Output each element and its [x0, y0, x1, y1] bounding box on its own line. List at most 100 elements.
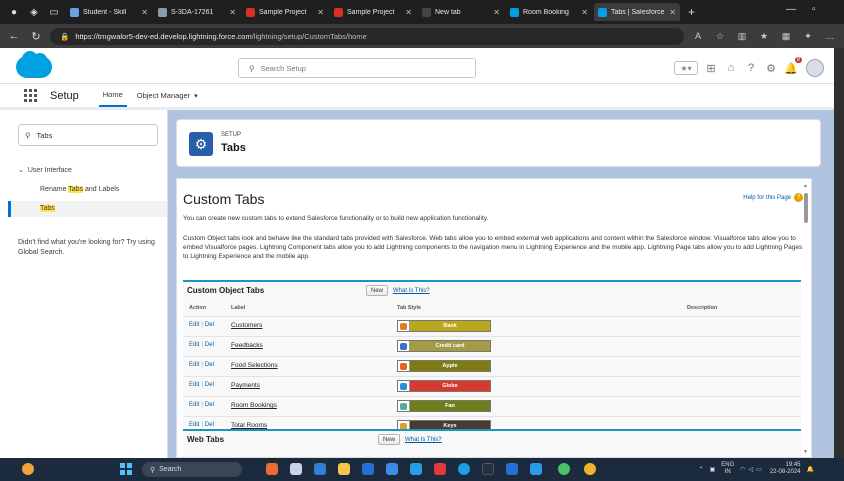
collections-icon[interactable]: ▦ — [778, 28, 794, 44]
delete-link[interactable]: Del — [205, 422, 214, 428]
chevron-down-icon[interactable]: ▾ — [194, 93, 198, 100]
tab-label-link[interactable]: Room Bookings — [231, 402, 277, 409]
edit-link[interactable]: Edit — [189, 422, 199, 428]
delete-link[interactable]: Del — [205, 322, 214, 328]
edge-icon[interactable] — [458, 463, 470, 475]
delete-link[interactable]: Del — [205, 382, 214, 388]
show-hidden-icons-icon[interactable]: ⌃ — [699, 466, 704, 473]
chat-icon[interactable] — [314, 463, 326, 475]
tree-item-tabs[interactable]: Tabs — [40, 205, 55, 212]
tab-actions-icon[interactable]: ▭ — [46, 4, 62, 20]
browser-tab[interactable]: S-3DA-17261 ✕ — [154, 3, 240, 21]
site-info-icon[interactable]: 🔒 — [60, 32, 69, 41]
close-icon[interactable]: ✕ — [669, 8, 676, 17]
help-icon[interactable]: ? — [744, 61, 758, 75]
app-icon[interactable] — [530, 463, 542, 475]
edit-link[interactable]: Edit — [189, 322, 199, 328]
browser-tab[interactable]: Tabs | Salesforce ✕ — [594, 3, 680, 21]
start-icon[interactable] — [120, 463, 132, 475]
delete-link[interactable]: Del — [205, 362, 214, 368]
new-custom-object-tab-button[interactable]: New — [366, 285, 389, 296]
new-tab-button[interactable]: + — [688, 5, 695, 19]
setup-gear-icon[interactable]: ⚙ — [764, 61, 778, 75]
app-icon[interactable] — [434, 463, 446, 475]
scroll-up-icon[interactable]: ▲ — [803, 183, 808, 189]
reload-icon[interactable]: ↻ — [28, 28, 44, 44]
app-icon[interactable] — [266, 463, 278, 475]
chevron-down-icon[interactable]: ⌄ — [18, 167, 24, 174]
weather-icon[interactable] — [22, 463, 34, 475]
task-view-icon[interactable] — [290, 463, 302, 475]
tab-label-link[interactable]: Total Rooms — [231, 422, 267, 429]
tray-app-icon[interactable]: ▣ — [710, 466, 716, 473]
scrollbar[interactable]: ▲ ▼ — [803, 183, 809, 455]
delete-link[interactable]: Del — [205, 342, 214, 348]
taskbar-search[interactable]: ⚲ Search — [142, 462, 242, 477]
more-menu-icon[interactable]: … — [822, 28, 838, 44]
browser-tab[interactable]: Student - Skill ✕ — [66, 3, 152, 21]
split-screen-icon[interactable]: ▥ — [734, 28, 750, 44]
browser-tab[interactable]: Room Booking ✕ — [506, 3, 592, 21]
browser-tab[interactable]: Sample Project ✕ — [242, 3, 328, 21]
close-icon[interactable]: ✕ — [141, 8, 148, 17]
minimize-icon[interactable]: — — [786, 4, 796, 15]
close-icon[interactable]: ✕ — [229, 8, 236, 17]
extensions-icon[interactable]: ✦ — [800, 28, 816, 44]
notifications-icon[interactable]: 🔔 9 — [784, 57, 802, 75]
salesforce-logo[interactable] — [16, 51, 52, 78]
clock[interactable]: 19:45 22-08-2024 — [770, 462, 801, 476]
close-icon[interactable]: ✕ — [493, 8, 500, 17]
wifi-icon[interactable]: ◠ — [740, 466, 745, 473]
tab-home[interactable]: Home — [98, 84, 127, 107]
close-icon[interactable]: ✕ — [581, 8, 588, 17]
volume-icon[interactable]: ◁ — [749, 466, 754, 473]
trailhead-icon[interactable]: ⌂ — [724, 61, 738, 75]
app-icon[interactable] — [362, 463, 374, 475]
delete-link[interactable]: Del — [205, 402, 214, 408]
app-icon[interactable] — [482, 463, 494, 475]
browser-tab[interactable]: Sample Project ✕ — [330, 3, 416, 21]
global-actions-icon[interactable]: ⊞ — [704, 61, 718, 75]
quick-find-input[interactable]: ⚲ Tabs — [18, 124, 158, 146]
edit-link[interactable]: Edit — [189, 342, 199, 348]
help-link[interactable]: Help for this Page? — [743, 193, 803, 202]
profile-icon[interactable]: ● — [6, 4, 22, 20]
edit-link[interactable]: Edit — [189, 382, 199, 388]
scrollbar-thumb[interactable] — [804, 193, 808, 223]
tree-item-rename-tabs[interactable]: Rename Tabs and Labels — [40, 186, 119, 193]
what-is-this-link[interactable]: What Is This? — [393, 288, 430, 294]
scroll-down-icon[interactable]: ▼ — [803, 449, 808, 455]
favorite-star-icon[interactable]: ☆ — [712, 28, 728, 44]
chrome-icon[interactable] — [584, 463, 596, 475]
language-indicator[interactable]: ENG IN — [721, 462, 734, 476]
app-icon[interactable] — [506, 463, 518, 475]
restore-icon[interactable]: ▫ — [812, 4, 816, 15]
edit-link[interactable]: Edit — [189, 402, 199, 408]
favorites-icon[interactable]: ★ — [756, 28, 772, 44]
favorites-icon[interactable]: ★▾ — [674, 61, 698, 75]
read-aloud-icon[interactable]: A — [690, 28, 706, 44]
app-icon[interactable] — [410, 463, 422, 475]
app-launcher-icon[interactable] — [24, 88, 38, 103]
tab-object-manager[interactable]: Object Manager ▾ — [133, 85, 202, 106]
notifications-icon[interactable]: 🔔 — [807, 466, 814, 473]
tree-item-user-interface[interactable]: ⌄ User Interface — [18, 166, 72, 174]
file-explorer-icon[interactable] — [338, 463, 350, 475]
what-is-this-link[interactable]: What Is This? — [405, 437, 442, 443]
new-web-tab-button[interactable]: New — [378, 434, 401, 445]
workspaces-icon[interactable]: ◈ — [26, 4, 42, 20]
browser-tab[interactable]: New tab ✕ — [418, 3, 504, 21]
edit-link[interactable]: Edit — [189, 362, 199, 368]
battery-icon[interactable]: ▭ — [756, 466, 762, 473]
app-icon[interactable] — [386, 463, 398, 475]
back-icon[interactable]: ← — [6, 28, 22, 44]
tab-label-link[interactable]: Food Selections — [231, 362, 278, 369]
close-icon[interactable]: ✕ — [405, 8, 412, 17]
user-avatar[interactable] — [806, 59, 824, 77]
url-field[interactable]: 🔒 https://trngwalor5-dev-ed.develop.ligh… — [50, 27, 684, 45]
close-icon[interactable]: ✕ — [317, 8, 324, 17]
tab-label-link[interactable]: Customers — [231, 322, 262, 329]
app-icon[interactable] — [558, 463, 570, 475]
tab-label-link[interactable]: Payments — [231, 382, 260, 389]
tab-label-link[interactable]: Feedbacks — [231, 342, 263, 349]
